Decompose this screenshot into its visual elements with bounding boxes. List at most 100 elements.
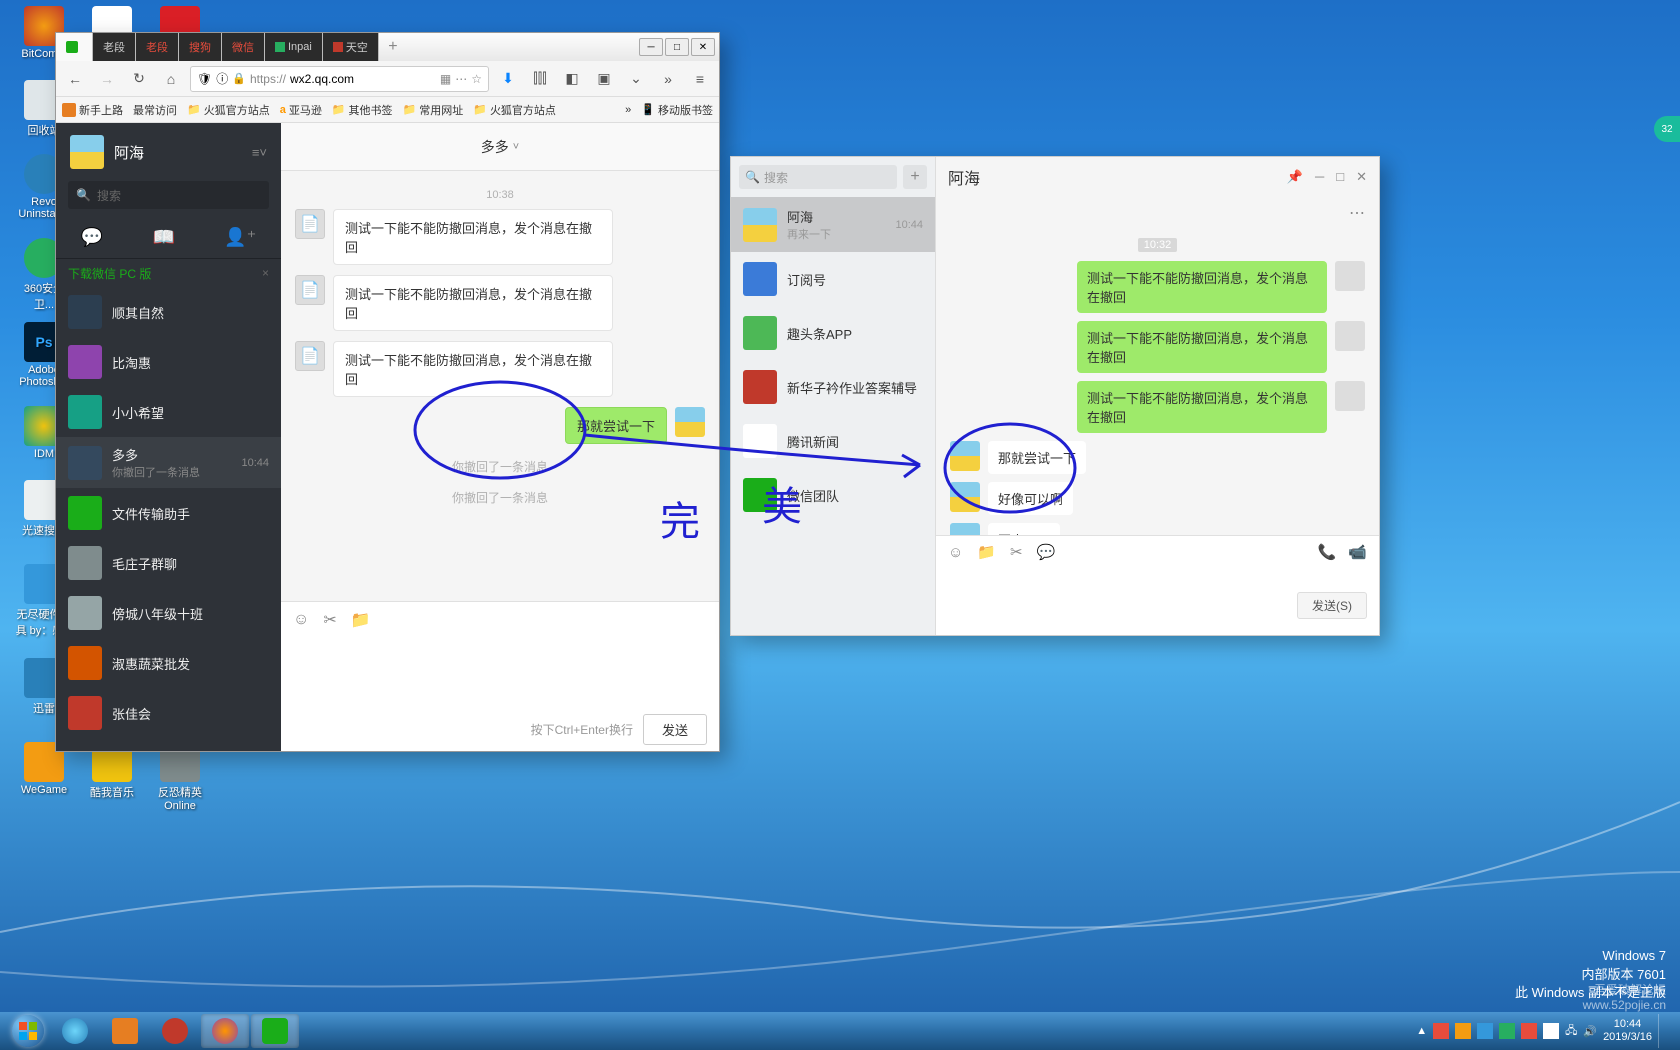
message-bubble[interactable]: 测试一下能不能防撤回消息，发个消息在撤回 [333,341,613,397]
minimize-button[interactable]: ─ [639,38,663,56]
chevron-down-icon[interactable]: ˅ [513,141,519,153]
sidebar-icon[interactable]: ◧ [559,66,585,92]
message-bubble[interactable]: 测试一下能不能防撤回消息，发个消息在撤回 [1077,261,1327,313]
search-input[interactable]: 🔍 搜索 [68,181,269,209]
contact-item[interactable]: 淑惠蔬菜批发 [56,638,281,688]
close-button[interactable]: ✕ [691,38,715,56]
contact-item[interactable]: 张佳会 [56,688,281,738]
scissors-icon[interactable]: ✂ [1010,543,1023,561]
taskbar-item[interactable] [251,1014,299,1048]
video-icon[interactable]: 📹 [1348,543,1367,561]
avatar[interactable] [675,407,705,437]
avatar[interactable] [70,135,104,169]
browser-tab[interactable]: 天空 [323,33,379,61]
tray-icon[interactable] [1433,1023,1449,1039]
search-input[interactable]: 🔍搜索 [739,165,897,189]
desktop-icon[interactable]: 反恐精英 Online [150,742,210,812]
url-bar[interactable]: 🛡 ⓘ 🔒 https://wx2.qq.com ▦ ⋯ ☆ [190,66,489,92]
avatar[interactable] [950,482,980,512]
more-icon[interactable]: ⋯ [455,72,467,86]
message-bubble[interactable]: 测试一下能不能防撤回消息，发个消息在撤回 [1077,381,1327,433]
taskbar-item[interactable] [101,1014,149,1048]
chat-body[interactable]: 10:32 测试一下能不能防撤回消息，发个消息在撤回 测试一下能不能防撤回消息，… [936,223,1379,535]
chat-icon[interactable]: 💬 [81,227,103,248]
back-button[interactable]: ← [62,66,88,92]
network-icon[interactable]: 🖧 [1565,1022,1577,1041]
download-icon[interactable]: ⬇ [495,66,521,92]
contact-item[interactable]: 趣头条APP [731,306,935,360]
forward-button[interactable]: → [94,66,120,92]
send-button[interactable]: 发送 [643,714,707,745]
tray-time[interactable]: 10:44 [1603,1018,1652,1031]
contact-item[interactable]: 阿海再来一下 10:44 [731,197,935,252]
avatar[interactable]: 📄 [295,275,325,305]
contact-item[interactable]: 傍城八年级十班 [56,588,281,638]
browser-titlebar[interactable]: 老段 老段 搜狗 微信 Inpai 天空 + ─ □ ✕ [56,33,719,61]
contact-item[interactable]: 微信团队 [731,468,935,522]
avatar[interactable] [1335,261,1365,291]
show-desktop-button[interactable] [1658,1014,1668,1048]
contacts-icon[interactable]: 📖 [153,227,175,248]
maximize-button[interactable]: □ [1336,169,1344,185]
avatar[interactable]: 📄 [295,209,325,239]
add-button[interactable]: + [903,165,927,189]
menu-icon[interactable]: ≡˅ [252,145,267,160]
browser-tab[interactable]: 老段 [93,33,136,61]
tray-icon[interactable] [1521,1023,1537,1039]
volume-icon[interactable]: 🔊 [1583,1025,1597,1038]
tray-date[interactable]: 2019/3/16 [1603,1031,1652,1044]
contact-item[interactable]: 多多你撤回了一条消息 10:44 [56,437,281,488]
library-icon[interactable]: ⫿⫿⫿ [527,66,553,92]
avatar[interactable] [950,523,980,535]
download-banner[interactable]: 下载微信 PC 版× [56,259,281,287]
close-button[interactable]: ✕ [1356,169,1367,185]
profile-section[interactable]: 阿海 ≡˅ [56,123,281,181]
bookmark-item[interactable]: 📁常用网址 [403,102,464,118]
avatar[interactable] [1335,321,1365,351]
taskbar-item[interactable] [51,1014,99,1048]
pocket-icon[interactable]: ⌄ [623,66,649,92]
avatar[interactable] [1335,381,1365,411]
pin-button[interactable]: 📌 [1287,169,1303,185]
minimize-button[interactable]: ─ [1315,169,1324,185]
send-button[interactable]: 发送(S) [1297,592,1367,619]
addon-icon[interactable]: ▣ [591,66,617,92]
menu-icon[interactable]: ≡ [687,66,713,92]
scissors-icon[interactable]: ✂ [323,610,336,630]
maximize-button[interactable]: □ [665,38,689,56]
home-button[interactable]: ⌂ [158,66,184,92]
message-bubble[interactable]: 测试一下能不能防撤回消息，发个消息在撤回 [1077,321,1327,373]
tray-icon[interactable] [1455,1023,1471,1039]
bookmark-item[interactable]: 📱移动版书签 [641,102,713,118]
folder-icon[interactable]: 📁 [977,543,996,561]
new-tab-button[interactable]: + [379,33,407,61]
avatar[interactable]: 📄 [295,341,325,371]
message-bubble[interactable]: 那就尝试一下 [565,407,667,444]
bookmark-item[interactable]: 📁其他书签 [332,102,393,118]
star-icon[interactable]: ☆ [471,72,482,86]
taskbar-item[interactable] [201,1014,249,1048]
contact-item[interactable]: 新华子衿作业答案辅导 [731,360,935,414]
chat-body[interactable]: 10:38 📄测试一下能不能防撤回消息，发个消息在撤回 📄测试一下能不能防撤回消… [281,171,719,601]
edge-badge[interactable]: 32 [1654,116,1680,142]
avatar[interactable] [950,441,980,471]
overflow-icon[interactable]: » [655,66,681,92]
emoji-icon[interactable]: ☺ [293,611,309,629]
bookmark-item[interactable]: 📁火狐官方站点 [473,102,556,118]
bookmark-item[interactable]: 最常访问 [133,102,177,118]
chat-history-icon[interactable]: 💬 [1037,543,1056,561]
bookmark-item[interactable]: 📁火狐官方站点 [187,102,270,118]
emoji-icon[interactable]: ☺ [948,544,963,561]
overflow-icon[interactable]: » [625,104,631,116]
message-bubble[interactable]: 测试一下能不能防撤回消息，发个消息在撤回 [333,275,613,331]
message-bubble[interactable]: 再来一下 [988,523,1060,535]
browser-tab[interactable]: 搜狗 [179,33,222,61]
contact-item[interactable]: 订阅号 [731,252,935,306]
text-input[interactable] [281,638,719,707]
contact-item[interactable]: 毛庄子群聊 [56,538,281,588]
contact-item[interactable]: 文件传输助手 [56,488,281,538]
browser-tab[interactable]: 微信 [222,33,265,61]
more-button[interactable]: ⋯ [936,203,1379,223]
tray-icon[interactable] [1543,1023,1559,1039]
phone-icon[interactable]: 📞 [1318,543,1337,561]
